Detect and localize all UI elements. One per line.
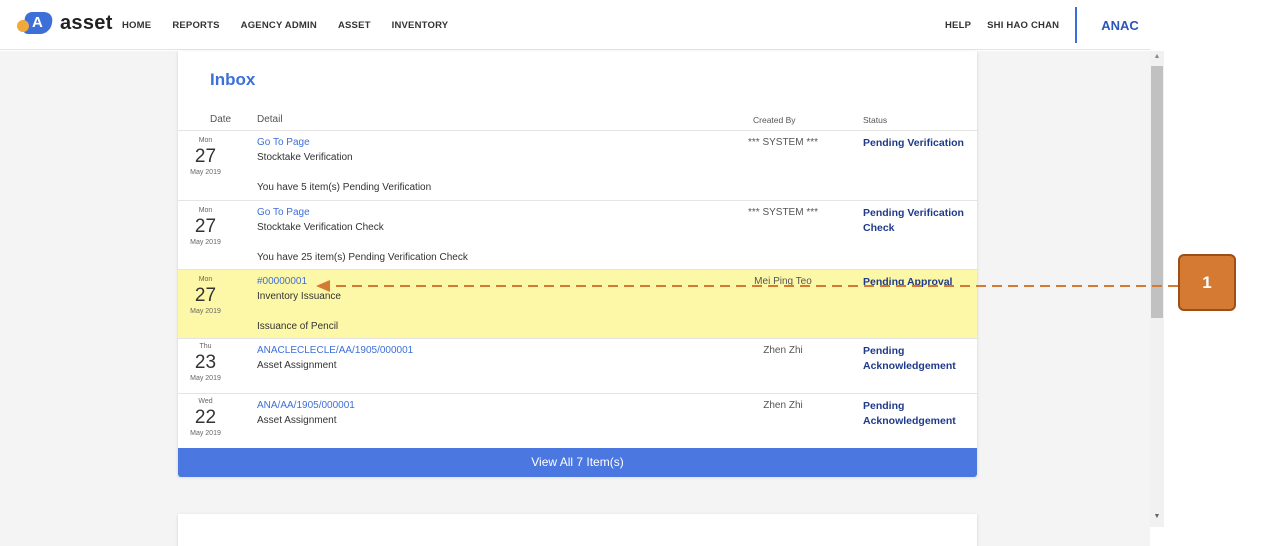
row-month-year: May 2019	[190, 308, 221, 315]
secondary-card	[178, 514, 977, 546]
row-subject: Stocktake Verification Check	[257, 222, 384, 233]
row-status: Pending Acknowledgement	[863, 345, 956, 372]
row-message: You have 5 item(s) Pending Verification	[257, 182, 432, 193]
row-date-number: 22	[194, 407, 217, 428]
nav-user-name[interactable]: SHI HAO CHAN	[987, 20, 1059, 31]
row-created-by: Mei Ping Teo	[754, 276, 812, 287]
row-message: You have 25 item(s) Pending Verification…	[257, 252, 468, 263]
nav-agency-admin[interactable]: AGENCY ADMIN	[241, 20, 317, 31]
row-message: Issuance of Pencil	[257, 321, 339, 332]
row-link[interactable]: Go To Page	[257, 137, 310, 148]
row-subject: Stocktake Verification	[257, 152, 353, 163]
row-status: Pending Approval	[863, 276, 953, 288]
row-day: Thu	[199, 343, 212, 350]
row-subject: Inventory Issuance	[257, 291, 341, 302]
row-subject: Asset Assignment	[257, 360, 337, 371]
vertical-scrollbar[interactable]: ▲ ▼	[1150, 51, 1164, 527]
view-all-button[interactable]: View All 7 Item(s)	[178, 448, 977, 477]
row-link[interactable]: #00000001	[257, 276, 307, 287]
main-menu: HOME REPORTS AGENCY ADMIN ASSET INVENTOR…	[122, 0, 469, 50]
row-day: Mon	[198, 276, 213, 283]
row-date-number: 23	[194, 352, 217, 373]
nav-divider	[1075, 7, 1078, 43]
row-link[interactable]: Go To Page	[257, 207, 310, 218]
scroll-thumb[interactable]	[1151, 66, 1163, 318]
nav-agency[interactable]: ANAC	[1101, 18, 1139, 33]
row-day: Wed	[198, 398, 213, 405]
logo-icon: A	[16, 11, 56, 35]
row-created-by: Zhen Zhi	[763, 345, 803, 356]
row-link[interactable]: ANA/AA/1905/000001	[257, 400, 355, 411]
row-day: Mon	[198, 137, 213, 144]
inbox-title: Inbox	[210, 70, 256, 89]
inbox-row[interactable]: Wed 22 May 2019 ANA/AA/1905/000001 Asset…	[178, 393, 977, 448]
row-status: Pending Acknowledgement	[863, 400, 956, 427]
inbox-row-highlighted[interactable]: Mon 27 May 2019 #00000001 Inventory Issu…	[178, 269, 977, 338]
inbox-row[interactable]: Mon 27 May 2019 Go To Page Stocktake Ver…	[178, 200, 977, 269]
scroll-down-arrow-icon[interactable]: ▼	[1150, 513, 1164, 525]
header-date: Date	[210, 114, 232, 125]
user-menu: HELP SHI HAO CHAN ANAC	[945, 0, 1139, 50]
row-month-year: May 2019	[190, 375, 221, 382]
nav-reports[interactable]: REPORTS	[172, 20, 219, 31]
nav-asset[interactable]: ASSET	[338, 20, 371, 31]
nav-help[interactable]: HELP	[945, 20, 971, 31]
row-link[interactable]: ANACLECLECLE/AA/1905/000001	[257, 345, 413, 356]
app-window: A asset HOME REPORTS AGENCY ADMIN ASSET …	[0, 0, 1270, 546]
row-subject: Asset Assignment	[257, 415, 337, 426]
top-navbar: A asset HOME REPORTS AGENCY ADMIN ASSET …	[0, 0, 1150, 50]
row-status: Pending Verification Check	[863, 207, 964, 234]
row-date-number: 27	[194, 216, 217, 237]
scroll-up-arrow-icon[interactable]: ▲	[1150, 53, 1164, 63]
row-created-by: *** SYSTEM ***	[747, 207, 819, 218]
inbox-card: Inbox Date Detail Created By Status Mon …	[178, 51, 977, 477]
row-created-by: *** SYSTEM ***	[747, 137, 819, 148]
header-detail: Detail	[257, 114, 283, 125]
row-month-year: May 2019	[190, 430, 221, 437]
inbox-row[interactable]: Thu 23 May 2019 ANACLECLECLE/AA/1905/000…	[178, 338, 977, 393]
row-date-number: 27	[194, 146, 217, 167]
row-created-by: Zhen Zhi	[763, 400, 803, 411]
header-status: Status	[863, 115, 888, 125]
annotation-callout: 1	[1178, 254, 1236, 311]
logo-text: asset	[60, 11, 113, 34]
app-logo[interactable]: A asset	[16, 11, 113, 35]
header-created-by: Created By	[753, 115, 796, 125]
row-date-number: 27	[194, 285, 217, 306]
row-day: Mon	[198, 207, 213, 214]
row-status: Pending Verification	[863, 137, 964, 149]
nav-home[interactable]: HOME	[122, 20, 151, 31]
row-month-year: May 2019	[190, 239, 221, 246]
inbox-row[interactable]: Mon 27 May 2019 Go To Page Stocktake Ver…	[178, 130, 977, 200]
nav-inventory[interactable]: INVENTORY	[392, 20, 449, 31]
row-month-year: May 2019	[190, 169, 221, 176]
